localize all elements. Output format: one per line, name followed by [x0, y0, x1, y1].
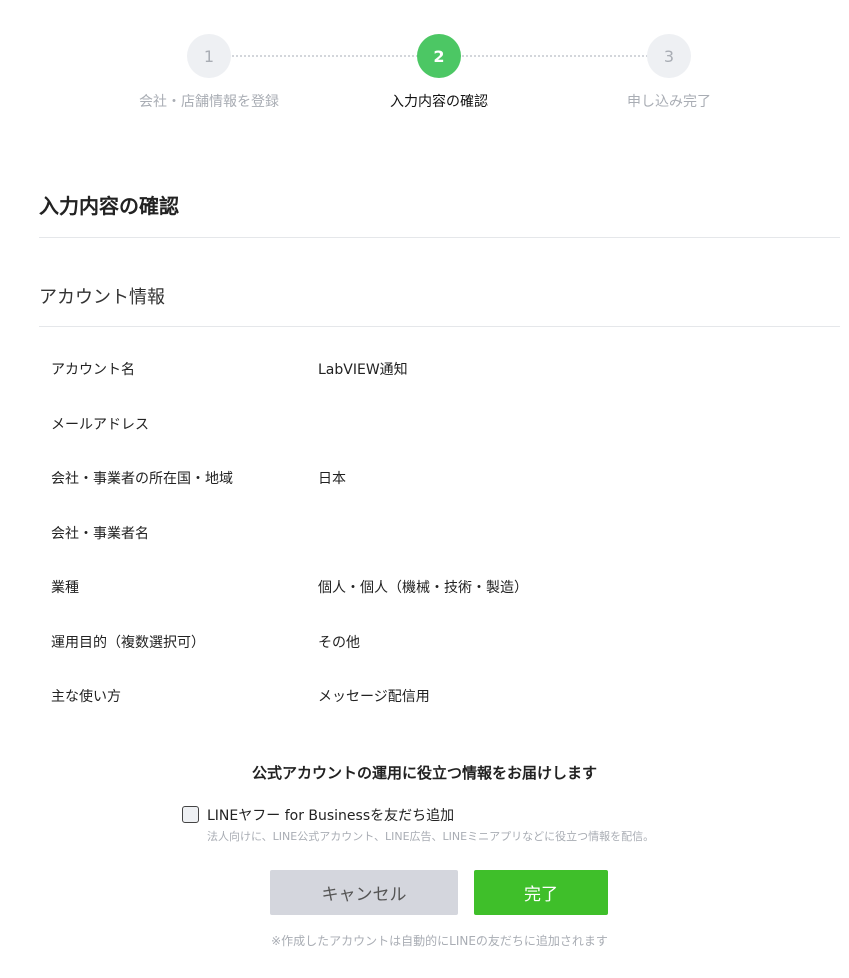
info-row-email: メールアドレス	[0, 397, 849, 452]
info-row-company-name: 会社・事業者名	[0, 506, 849, 561]
info-row-industry: 業種 個人・個人（機械・技術・製造）	[0, 560, 849, 615]
info-value: 日本	[318, 471, 346, 487]
step-1-label: 会社・店舗情報を登録	[139, 94, 279, 110]
title-divider	[39, 237, 840, 238]
step-2-label: 入力内容の確認	[390, 94, 488, 110]
cancel-button[interactable]: キャンセル	[270, 870, 458, 915]
step-2-number: 2	[433, 46, 445, 66]
step-3-number: 3	[663, 46, 675, 66]
info-row-usage: 主な使い方 メッセージ配信用	[0, 669, 849, 724]
add-friend-checkbox-label[interactable]: LINEヤフー for Businessを友だち追加	[207, 805, 454, 825]
info-value: 個人・個人（機械・技術・製造）	[318, 580, 528, 596]
info-label: 会社・事業者の所在国・地域	[51, 471, 233, 487]
stepper-connector-1	[232, 55, 418, 57]
section-title-account-info: アカウント情報	[39, 287, 165, 308]
info-label: 運用目的（複数選択可）	[51, 634, 205, 651]
step-1-number: 1	[203, 46, 215, 66]
auto-add-footnote: ※作成したアカウントは自動的にLINEの友だちに追加されます	[271, 934, 608, 948]
info-row-country: 会社・事業者の所在国・地域 日本	[0, 451, 849, 506]
info-row-purpose: 運用目的（複数選択可） その他	[0, 615, 849, 670]
complete-button[interactable]: 完了	[474, 870, 608, 915]
registration-confirm-page: 1 2 3 会社・店舗情報を登録 入力内容の確認 申し込み完了 入力内容の確認 …	[0, 0, 849, 978]
info-label: アカウント名	[51, 362, 135, 378]
page-title: 入力内容の確認	[39, 194, 179, 218]
step-1-indicator: 1	[187, 34, 231, 78]
add-friend-description: 法人向けに、LINE公式アカウント、LINE広告、LINEミニアプリなどに役立つ…	[207, 830, 655, 843]
section-divider	[39, 326, 840, 327]
add-friend-checkbox[interactable]	[182, 806, 199, 823]
info-label: メールアドレス	[51, 416, 149, 433]
progress-stepper: 1 2 3 会社・店舗情報を登録 入力内容の確認 申し込み完了	[0, 0, 849, 130]
optin-heading: 公式アカウントの運用に役立つ情報をお届けします	[251, 764, 597, 782]
account-info-list: アカウント名 LabVIEW通知 メールアドレス 会社・事業者の所在国・地域 日…	[0, 342, 849, 724]
stepper-connector-2	[462, 55, 648, 57]
info-row-account-name: アカウント名 LabVIEW通知	[0, 342, 849, 397]
info-label: 業種	[51, 580, 79, 596]
step-3-label: 申し込み完了	[627, 94, 711, 110]
step-2-indicator: 2	[417, 34, 461, 78]
info-value: その他	[318, 634, 360, 651]
info-label: 会社・事業者名	[51, 525, 149, 542]
info-value: LabVIEW通知	[318, 362, 408, 378]
info-label: 主な使い方	[51, 689, 121, 705]
info-value: メッセージ配信用	[318, 689, 430, 705]
step-3-indicator: 3	[647, 34, 691, 78]
